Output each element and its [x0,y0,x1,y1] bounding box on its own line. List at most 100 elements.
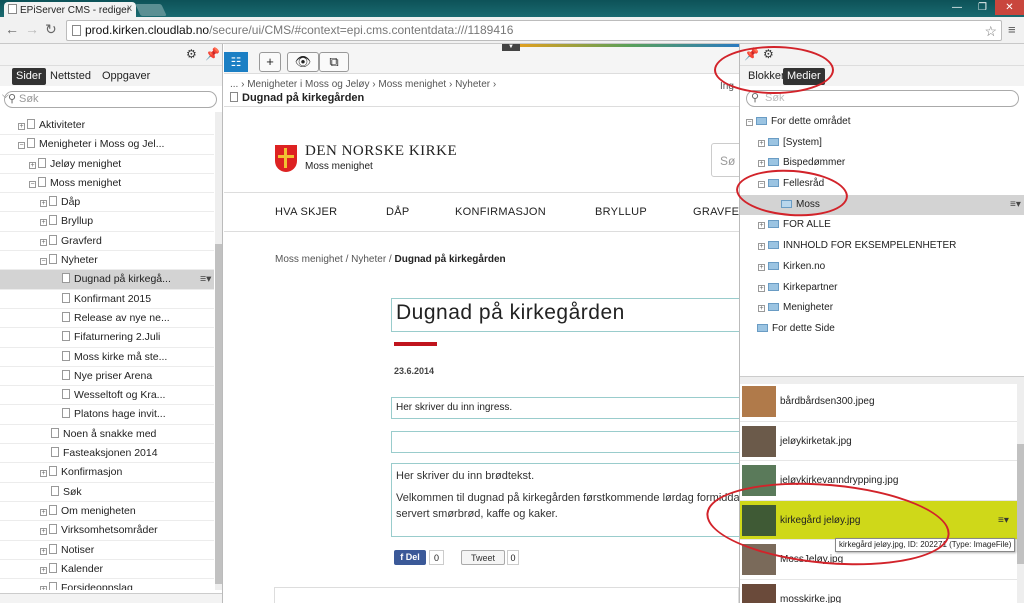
expand-icon[interactable]: + [40,200,47,208]
tree-item[interactable]: + Konfirmasjon [0,463,214,483]
close-tab-icon[interactable]: x [127,3,132,14]
empty-field[interactable] [391,431,739,453]
folder-item[interactable]: + Kirken.no [740,257,1024,278]
tree-item[interactable]: Platons hage invit... [0,405,214,425]
tree-item[interactable]: + Jeløy menighet [0,155,214,174]
folder-item[interactable]: For dette Side [740,319,1024,340]
tree-toggle-button[interactable]: ☷ [224,52,248,72]
tree-item[interactable]: Dugnad på kirkegå... ≡▾ [0,270,214,290]
expand-icon[interactable]: + [758,284,765,292]
expand-icon[interactable]: + [758,222,765,230]
tree-item[interactable]: + Aktiviteter [0,116,214,136]
expand-icon[interactable]: + [40,470,47,478]
tree-item[interactable]: + Gravferd [0,232,214,252]
folder-item[interactable]: + Menigheter [740,298,1024,319]
expand-icon[interactable]: + [40,547,47,555]
reload-icon[interactable]: ↻ [45,21,57,38]
nav-item-dap[interactable]: DÅP [386,206,410,218]
tree-item[interactable]: Wesseltoft og Kra... [0,386,214,406]
expand-icon[interactable]: − [18,142,25,150]
crumb-path[interactable]: Moss menighet / Nyheter / [275,254,395,265]
breadcrumb[interactable]: ... › Menigheter i Moss og Jeløy › Moss … [230,79,496,90]
browser-tab[interactable]: EPiServer CMS - rediger x [4,2,136,17]
tree-item[interactable]: + Notiser [0,541,214,560]
media-item[interactable]: bårdbårdsen300.jpeg [740,382,1017,422]
expand-icon[interactable]: + [758,263,765,271]
folder-item[interactable]: − For dette området [740,112,1024,133]
tree-item[interactable]: Release av nye ne... [0,309,214,329]
expand-icon[interactable]: − [746,119,753,126]
expand-icon[interactable]: + [758,243,765,251]
folder-item[interactable]: + Kirkepartner [740,278,1024,299]
expand-icon[interactable]: + [40,566,47,574]
new-tab-button[interactable] [135,4,167,16]
expand-icon[interactable]: + [40,528,47,536]
menu-icon[interactable]: ≡ [1008,22,1016,37]
tree-item[interactable]: + Virksomhetsområder [0,521,214,541]
tree-item[interactable]: Fasteaksjonen 2014 [0,444,214,464]
tree-item[interactable]: + Dåp [0,193,214,213]
expand-icon[interactable]: + [40,238,47,246]
context-menu-icon[interactable]: ≡▾ [1010,195,1021,215]
expand-icon[interactable]: + [18,123,25,130]
minimize-button[interactable]: — [944,0,970,15]
tree-item[interactable]: Søk [0,483,214,502]
context-menu-icon[interactable]: ≡▾ [200,270,211,289]
forward-icon[interactable]: → [25,21,39,37]
chevron-down-icon[interactable]: ▼ [502,44,520,51]
maximize-button[interactable]: ❐ [970,0,995,15]
body-field[interactable]: Her skriver du inn brødtekst. Velkommen … [391,463,739,537]
nav-item-bryllup[interactable]: BRYLLUP [595,206,647,218]
expand-icon[interactable]: − [40,258,47,266]
tree-item[interactable]: − Moss menighet [0,174,214,194]
gear-icon[interactable]: ⚙ [186,47,197,61]
heading-field[interactable]: Dugnad på kirkegården [391,298,739,332]
nav-item-hva-skjer[interactable]: HVA SKJER [275,206,337,218]
media-item[interactable]: jeløykirketak.jpg [740,422,1017,461]
tree-item[interactable]: + Bryllup [0,212,214,232]
scrollbar-thumb[interactable] [215,244,222,584]
star-icon[interactable]: ☆ [984,23,997,40]
media-item[interactable]: mosskirke.jpg [740,580,1017,603]
expand-icon[interactable]: + [758,139,765,147]
folder-item[interactable]: + INNHOLD FOR EKSEMPELENHETER [740,236,1024,257]
tree-item[interactable]: Konfirmant 2015 [0,290,214,309]
tree-item[interactable]: − Menigheter i Moss og Jel... [0,135,214,155]
url-input[interactable]: prod.kirken.cloudlab.no/secure/ui/CMS/#c… [66,20,1002,41]
folder-item[interactable]: + FOR ALLE [740,215,1024,236]
pin-icon[interactable]: 📌 [205,47,220,61]
tree-item[interactable]: + Kalender [0,560,214,580]
tree-item[interactable]: − Nyheter [0,251,214,271]
expand-icon[interactable]: + [29,161,36,169]
nav-item-konfirmasjon[interactable]: KONFIRMASJON [455,206,546,218]
context-menu-icon[interactable]: ≡▾ [998,501,1009,540]
preview-button[interactable]: ⧉ [319,52,349,72]
tweet-button[interactable]: Tweet [461,550,505,565]
expand-icon[interactable]: + [40,586,47,590]
tab-nettsted[interactable]: Nettsted [46,68,95,85]
tree-item[interactable]: Fifaturnering 2.Juli [0,328,214,348]
back-icon[interactable]: ← [5,21,19,37]
tree-item[interactable]: + Om menigheten [0,502,214,522]
tab-oppgaver[interactable]: Oppgaver [98,68,154,85]
add-button[interactable]: + [259,52,281,72]
expand-icon[interactable]: − [29,180,36,188]
view-button[interactable]: 👁 [287,52,319,72]
expand-icon[interactable]: + [40,219,47,227]
tree-item[interactable]: Moss kirke må ste... [0,348,214,367]
tree-item[interactable]: Nye priser Arena [0,367,214,387]
nav-item-gravferd[interactable]: GRAVFE [693,206,739,218]
tree-item[interactable]: + Forsideoppslag [0,579,214,590]
folder-item[interactable]: + [System] [740,133,1024,154]
facebook-share-button[interactable]: f Del [394,550,426,565]
tree-item[interactable]: Noen å snakke med [0,425,214,445]
ingress-field[interactable]: Her skriver du inn ingress. [391,397,739,419]
tab-sider[interactable]: Sider [12,68,46,85]
expand-icon[interactable]: + [758,305,765,313]
site-search-input[interactable]: Sø [711,143,739,177]
expand-icon[interactable]: + [40,508,47,516]
close-window-button[interactable]: ✕ [995,0,1024,15]
expand-icon[interactable]: + [758,160,765,168]
search-input[interactable]: ⚲ Søk [4,91,217,108]
scrollbar-thumb[interactable] [1017,444,1024,564]
